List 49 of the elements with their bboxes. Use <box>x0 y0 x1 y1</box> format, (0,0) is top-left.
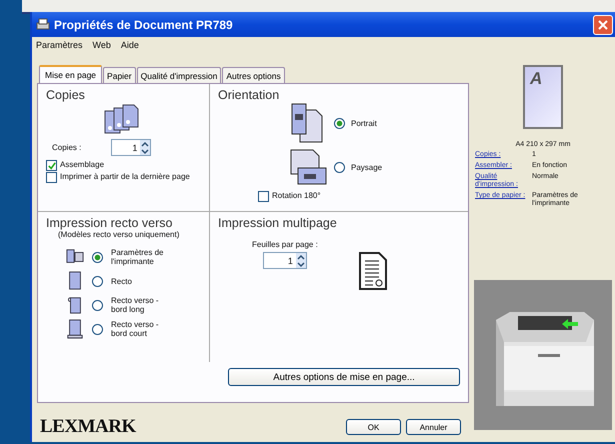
radio-label: Recto <box>111 276 132 286</box>
radio-label: Portrait <box>351 118 377 128</box>
tab[interactable]: Mise en page <box>39 65 102 83</box>
menu-item[interactable]: Web <box>92 40 111 52</box>
checkbox[interactable] <box>46 160 57 171</box>
radio-button[interactable] <box>92 324 103 334</box>
checkbox[interactable] <box>46 172 57 183</box>
preview-letter: A <box>530 69 542 89</box>
copies-label: Copies : <box>52 143 82 152</box>
checkbox-label: Assemblage <box>60 160 104 169</box>
tab[interactable]: Papier <box>103 67 136 83</box>
close-icon <box>598 20 608 30</box>
section-heading: Impression multipage <box>218 216 338 230</box>
checkbox-label: Imprimer à partir de la dernière page <box>60 172 190 181</box>
menu-item[interactable]: Aide <box>120 40 139 52</box>
sheets-per-page-label: Feuilles par page : <box>252 240 318 249</box>
copies-spinner[interactable]: 1 <box>111 139 152 156</box>
radio-label: Recto verso - bord court <box>111 320 160 338</box>
radio-label: Paramètres de l'imprimante <box>111 248 164 266</box>
radio-button[interactable] <box>92 300 103 310</box>
section-heading: Copies <box>46 88 86 102</box>
spinner-arrows-icon[interactable] <box>141 140 150 154</box>
radio-button[interactable] <box>334 162 345 172</box>
radio-label: Paysage <box>351 162 382 172</box>
section-heading: Impression recto verso <box>46 216 174 230</box>
section-heading: Orientation <box>218 88 280 102</box>
single-page-icon <box>66 271 84 291</box>
radio-button[interactable] <box>92 252 103 262</box>
radio-button[interactable] <box>92 276 103 286</box>
radio-label: Recto verso - bord long <box>111 296 160 314</box>
long-edge-icon <box>66 295 84 315</box>
section-note: (Modèles recto verso uniquement) <box>57 230 180 239</box>
printer-icon <box>36 18 50 32</box>
short-edge-icon <box>66 319 84 339</box>
more-options-button[interactable]: Autres options de mise en page... <box>228 368 460 386</box>
close-button[interactable] <box>593 14 613 34</box>
spinner-arrows-icon[interactable] <box>296 254 305 268</box>
window-title: Propriétés de Document PR789 <box>54 18 234 32</box>
brand-logo: LEXMARK <box>40 416 136 437</box>
menu-item[interactable]: Paramètres <box>36 40 83 52</box>
sheets-spinner[interactable]: 1 <box>262 252 307 269</box>
dialog-button[interactable]: Annuler <box>406 419 461 435</box>
checkbox[interactable] <box>258 191 269 202</box>
document-icon <box>358 250 388 292</box>
tab[interactable]: Autres options <box>222 67 285 83</box>
checkbox-label: Rotation 180° <box>272 191 321 200</box>
radio-button[interactable] <box>334 118 345 128</box>
tab[interactable]: Qualité d'impression <box>136 67 222 83</box>
dialog-button[interactable]: OK <box>346 419 401 435</box>
